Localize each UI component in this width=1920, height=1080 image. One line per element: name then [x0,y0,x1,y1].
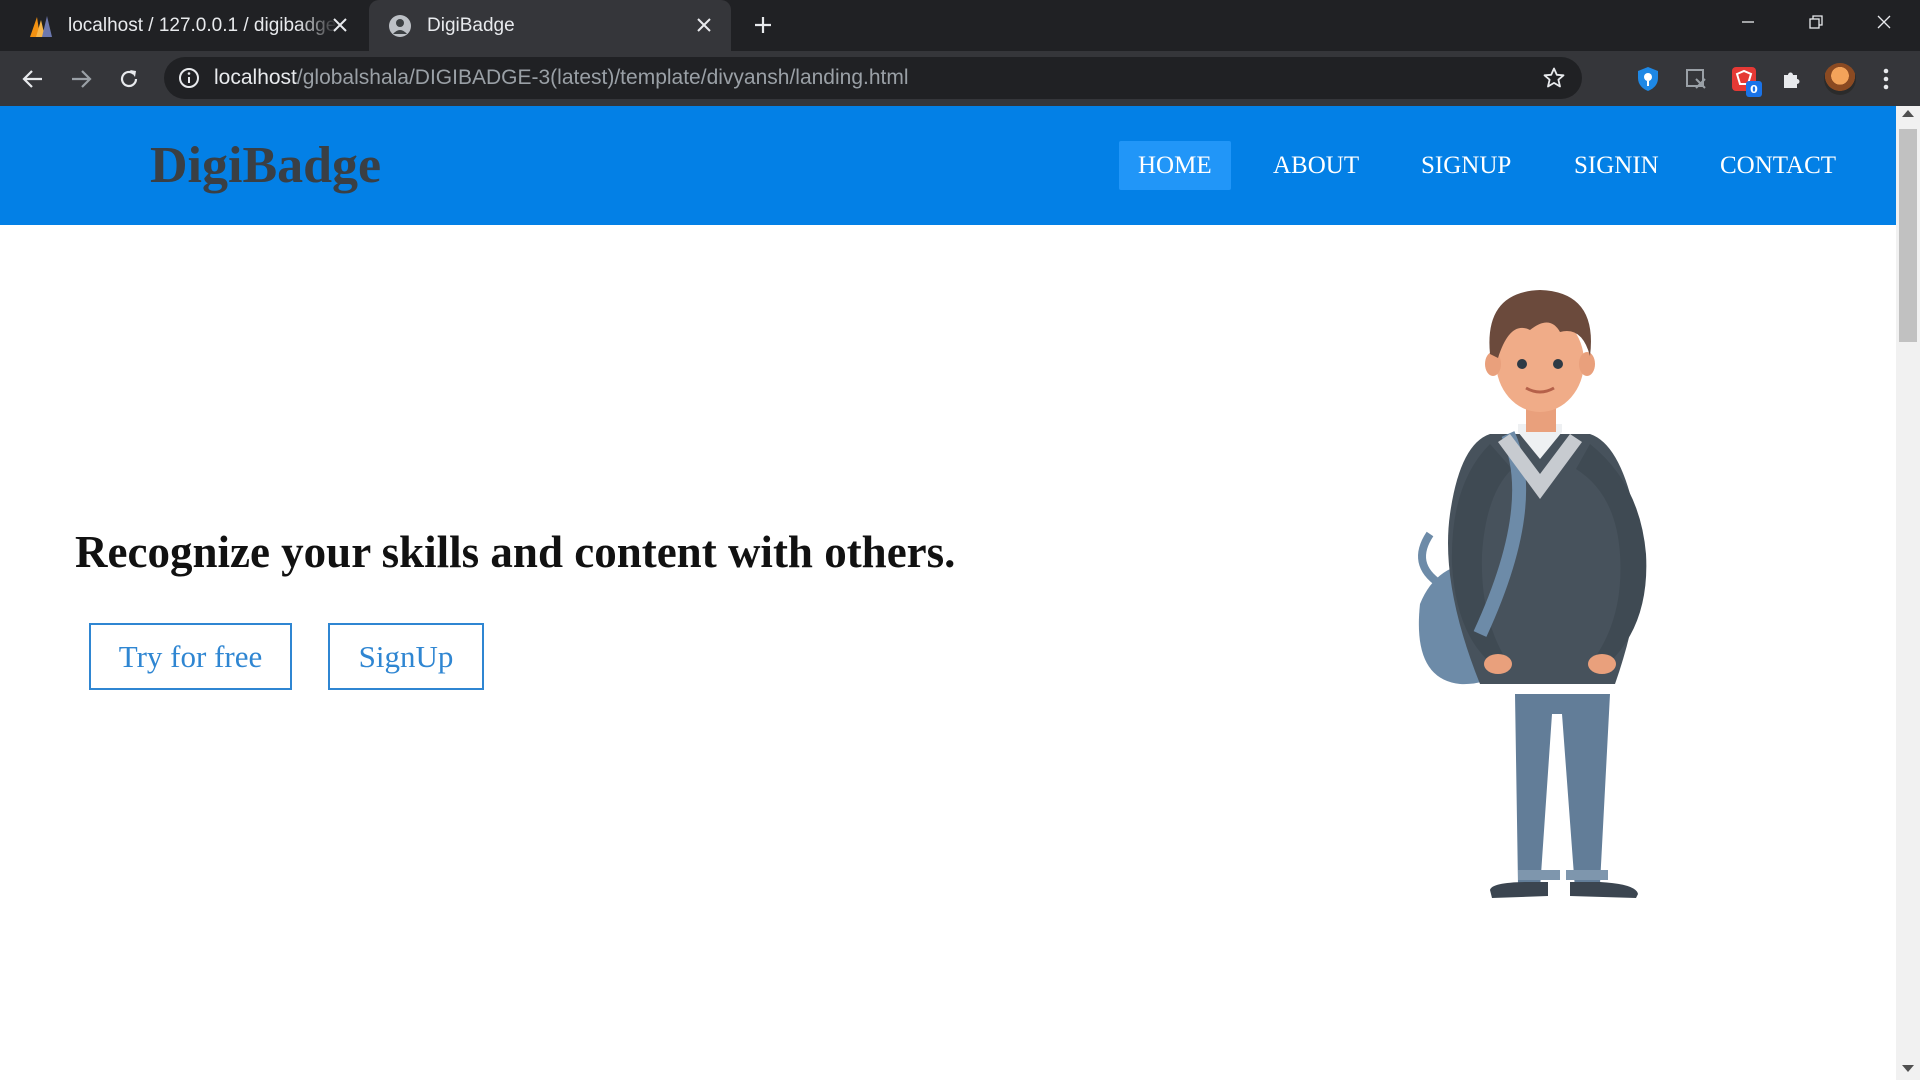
tab-phpmyadmin[interactable]: localhost / 127.0.0.1 / digibadge [0,0,367,51]
minimize-icon [1742,21,1754,23]
more-vertical-icon [1883,68,1889,90]
extension-badge: 0 [1746,81,1762,97]
url-text[interactable]: localhost/globalshala/DIGIBADGE-3(latest… [214,57,909,99]
adblock-extension-button[interactable]: 0 [1730,65,1762,97]
profile-avatar[interactable] [1824,63,1856,95]
nav-home[interactable]: HOME [1119,141,1231,190]
nav-about[interactable]: ABOUT [1254,141,1378,190]
close-icon[interactable] [327,12,353,38]
page-scrollbar[interactable] [1896,106,1920,1080]
info-icon[interactable] [178,67,200,89]
reload-icon [120,70,138,88]
url-path: /globalshala/DIGIBADGE-3(latest)/templat… [296,66,909,89]
nav-contact[interactable]: CONTACT [1701,141,1855,190]
student-illustration [1418,290,1647,898]
url-host: localhost [214,66,297,89]
tab-title: DigiBadge [427,14,515,36]
close-icon[interactable] [691,12,717,38]
try-for-free-button[interactable]: Try for free [89,623,292,690]
screenshot-extension-button[interactable] [1682,65,1710,93]
back-button[interactable] [15,61,51,97]
plus-icon [755,17,771,33]
page-viewport: DigiBadge HOME ABOUT SIGNUP SIGNIN CONTA… [0,106,1920,1080]
restore-icon [1809,15,1823,29]
new-tab-button[interactable] [748,10,778,40]
shield-icon [1638,67,1658,91]
scroll-up-arrow-icon[interactable] [1902,110,1914,117]
nav-signin[interactable]: SIGNIN [1555,141,1678,190]
phpmyadmin-icon [28,13,54,39]
arrow-right-icon [72,70,92,88]
browser-menu-button[interactable] [1876,65,1896,93]
tab-title: localhost / 127.0.0.1 / digibadge [68,14,337,36]
reload-button[interactable] [111,61,147,97]
address-bar[interactable]: localhost/globalshala/DIGIBADGE-3(latest… [164,57,1582,99]
crop-icon [1686,69,1706,89]
bookmark-star-icon[interactable] [1542,66,1566,90]
shield-extension-button[interactable] [1634,65,1662,93]
site-logo[interactable]: DigiBadge [150,136,381,195]
browser-tab-strip: localhost / 127.0.0.1 / digibadge DigiBa… [0,0,1920,51]
signup-button[interactable]: SignUp [328,623,484,690]
close-icon [1877,15,1891,29]
site-favicon-icon [387,13,413,39]
forward-button[interactable] [63,61,99,97]
site-header: DigiBadge HOME ABOUT SIGNUP SIGNIN CONTA… [0,106,1896,225]
arrow-left-icon [22,70,42,88]
scroll-down-arrow-icon[interactable] [1902,1065,1914,1072]
close-window-button[interactable] [1850,0,1918,44]
extensions-menu-button[interactable] [1778,65,1806,93]
puzzle-icon [1784,72,1800,88]
minimize-button[interactable] [1714,0,1782,44]
nav-signup[interactable]: SIGNUP [1402,141,1530,190]
tab-digibadge[interactable]: DigiBadge [369,0,731,51]
browser-toolbar: localhost/globalshala/DIGIBADGE-3(latest… [0,51,1920,106]
scroll-thumb[interactable] [1899,129,1917,342]
restore-button[interactable] [1782,0,1850,44]
hero-title: Recognize your skills and content with o… [75,527,956,577]
